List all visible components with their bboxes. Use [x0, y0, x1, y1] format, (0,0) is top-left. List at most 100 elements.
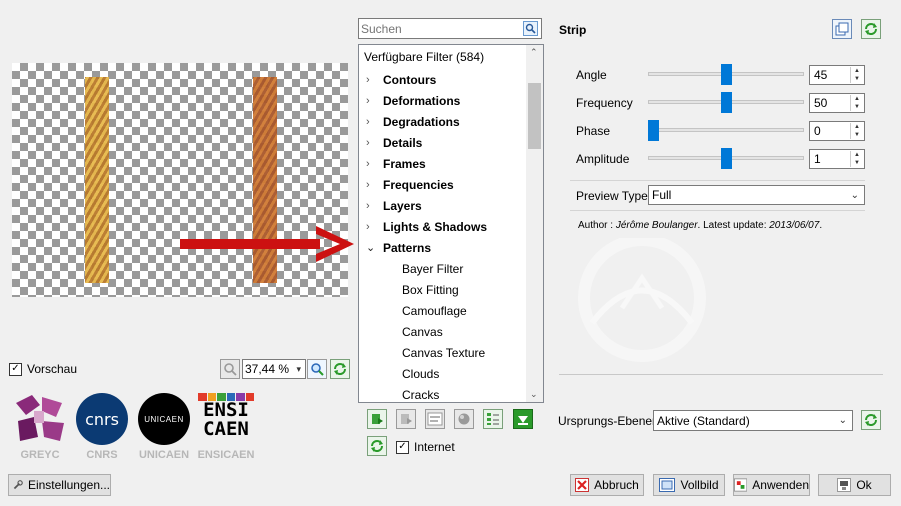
refresh-icon [371, 440, 383, 452]
unicaen-logo: UNICAEN [138, 393, 190, 445]
preview-type-label: Preview Type [576, 189, 648, 203]
param-frequency-label: Frequency [576, 96, 633, 110]
param-angle-label: Angle [576, 68, 607, 82]
refresh-preview-button[interactable] [330, 359, 350, 379]
update-prefix: . Latest update: [697, 220, 770, 231]
zoom-select[interactable]: 37,44 % ▾ [242, 359, 306, 379]
search-icon[interactable] [523, 21, 538, 36]
scroll-up-icon[interactable]: ⌃ [530, 47, 538, 58]
param-amplitude-spinbox[interactable]: 1 ▲ ▼ [809, 149, 865, 169]
param-angle-spinbox[interactable]: 45 ▲ ▼ [809, 65, 865, 85]
chevron-right-icon: › [366, 94, 370, 107]
update-filters-button[interactable] [513, 409, 533, 429]
chevron-down-icon: ⌄ [850, 189, 859, 201]
spin-up-icon[interactable]: ▲ [851, 95, 863, 103]
filter-category-patterns[interactable]: ⌄ Patterns [359, 237, 431, 258]
preview-checkbox[interactable]: ✓ [9, 362, 22, 376]
param-phase-slider-track[interactable] [648, 128, 804, 132]
filter-category-frames[interactable]: › Frames [359, 153, 426, 174]
rename-favorite-button[interactable] [425, 409, 445, 429]
spin-down-icon[interactable]: ▼ [851, 75, 863, 83]
filter-tree[interactable]: Verfügbare Filter (584) › Contours › Defor… [358, 44, 544, 403]
apply-button[interactable]: Anwenden [733, 474, 810, 496]
input-layers-label: Ursprungs-Ebenen [558, 414, 659, 428]
red-arrow-annotation [180, 226, 354, 262]
ok-button[interactable]: Ok [818, 474, 891, 496]
selection-mode-button[interactable] [483, 409, 503, 429]
param-phase-slider-thumb[interactable] [648, 120, 659, 141]
internet-checkbox[interactable]: ✓ [396, 440, 409, 454]
greyc-logo [16, 395, 64, 441]
spin-up-icon[interactable]: ▲ [851, 67, 863, 75]
remove-favorite-button[interactable] [396, 409, 416, 429]
spin-up-icon[interactable]: ▲ [851, 123, 863, 131]
reset-params-button[interactable] [861, 19, 881, 39]
scrollbar-thumb[interactable] [528, 83, 541, 149]
add-favorite-button[interactable] [367, 409, 387, 429]
cnrs-logo-text: cnrs [85, 409, 119, 429]
spin-down-icon[interactable]: ▼ [851, 131, 863, 139]
param-frequency-spinbox[interactable]: 50 ▲ ▼ [809, 93, 865, 113]
spin-down-icon[interactable]: ▼ [851, 103, 863, 111]
param-phase-spinbox[interactable]: 0 ▲ ▼ [809, 121, 865, 141]
chevron-right-icon: › [366, 220, 370, 233]
add-favorite-icon [372, 414, 383, 424]
cancel-button-label: Abbruch [594, 478, 639, 492]
chevron-down-icon: ⌄ [366, 242, 376, 254]
preview-type-select[interactable]: Full ⌄ [648, 185, 865, 205]
internet-checkbox-row[interactable]: ✓ Internet [396, 440, 455, 454]
sphere-icon [458, 413, 470, 425]
scroll-down-icon[interactable]: ⌄ [530, 389, 538, 400]
filter-category-layers[interactable]: › Layers [359, 195, 422, 216]
chevron-right-icon: › [366, 178, 370, 191]
input-layers-select[interactable]: Aktive (Standard) ⌄ [653, 410, 853, 431]
param-angle-value: 45 [814, 68, 828, 82]
preview-stripe-left [85, 77, 109, 283]
copy-to-clipboard-button[interactable] [832, 19, 852, 39]
chevron-down-icon: ⌄ [838, 415, 847, 426]
param-frequency-slider-thumb[interactable] [720, 92, 732, 113]
search-field[interactable] [358, 18, 542, 39]
remove-favorite-icon [401, 414, 412, 424]
param-amplitude-slider-thumb[interactable] [720, 148, 732, 169]
settings-button[interactable]: Einstellungen... [8, 474, 111, 496]
expand-collapse-button[interactable] [454, 409, 474, 429]
copy-icon [835, 22, 849, 36]
param-angle-slider-thumb[interactable] [720, 64, 732, 85]
cancel-button[interactable]: Abbruch [570, 474, 644, 496]
filter-item-canvas[interactable]: Canvas [359, 321, 443, 342]
filter-category-details[interactable]: › Details [359, 132, 422, 153]
zoom-out-button[interactable] [220, 359, 240, 379]
filter-category-lights-shadows[interactable]: › Lights & Shadows [359, 216, 487, 237]
author-prefix: Author : [578, 220, 616, 231]
spin-down-icon[interactable]: ▼ [851, 159, 863, 167]
gmic-watermark [578, 238, 706, 362]
filter-category-contours[interactable]: › Contours [359, 69, 436, 90]
refresh-icon [865, 23, 877, 35]
filter-item-canvas-texture[interactable]: Canvas Texture [359, 342, 485, 363]
spin-up-icon[interactable]: ▲ [851, 151, 863, 159]
chevron-right-icon: › [366, 115, 370, 128]
param-amplitude-value: 1 [814, 152, 821, 166]
zoom-fit-button[interactable] [307, 359, 327, 379]
cnrs-logo-label: CNRS [86, 449, 118, 461]
filter-item-cracks[interactable]: Cracks [359, 384, 439, 402]
filter-tree-scrollbar[interactable]: ⌃ ⌄ [526, 45, 543, 402]
filter-category-degradations[interactable]: › Degradations [359, 111, 460, 132]
filter-item-box-fitting[interactable]: Box Fitting [359, 279, 459, 300]
zoom-fit-icon [311, 363, 324, 376]
refresh-layers-button[interactable] [861, 410, 881, 430]
refresh-filters-button[interactable] [367, 436, 387, 456]
filter-category-frequencies[interactable]: › Frequencies [359, 174, 454, 195]
filter-item-clouds[interactable]: Clouds [359, 363, 439, 384]
search-input[interactable] [359, 19, 519, 38]
ensicaen-logo: ENSI CAEN [198, 393, 254, 447]
author-line: Author : Jérôme Boulanger. Latest update… [578, 220, 822, 231]
unicaen-logo-label: UNICAEN [138, 449, 190, 461]
filter-category-deformations[interactable]: › Deformations [359, 90, 460, 111]
preview-checkbox-row[interactable]: ✓ Vorschau [9, 362, 77, 376]
filter-item-camouflage[interactable]: Camouflage [359, 300, 467, 321]
chevron-right-icon: › [366, 73, 370, 86]
fullscreen-button[interactable]: Vollbild [653, 474, 725, 496]
filter-item-bayer-filter[interactable]: Bayer Filter [359, 258, 463, 279]
